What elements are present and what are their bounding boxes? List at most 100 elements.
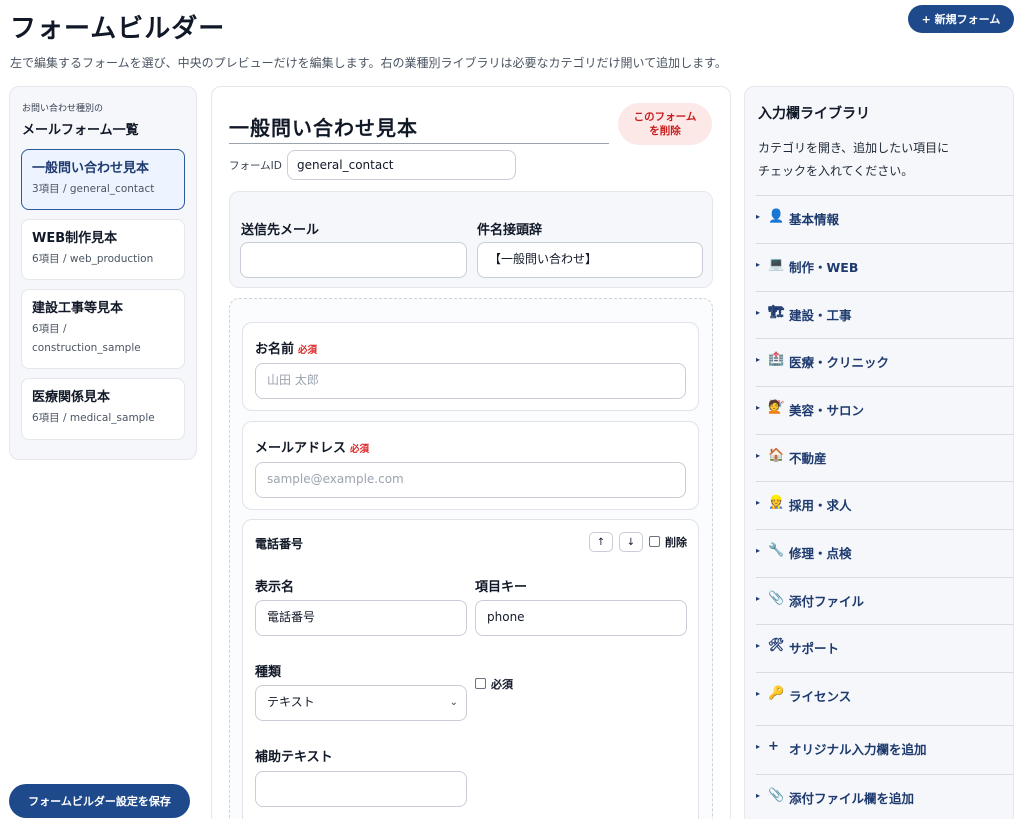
form-card-meta: 6項目 / medical_sample (32, 412, 155, 424)
page-subtitle: 左で編集するフォームを選び、中央のプレビューだけを編集します。右の業種別ライブラ… (10, 56, 727, 70)
type-select[interactable]: テキスト ⌄ (255, 685, 467, 721)
form-card-meta: 6項目 / (32, 323, 67, 335)
library-item-label: オリジナル入力欄を追加 (789, 742, 927, 757)
chevron-down-icon: ⌄ (449, 697, 458, 708)
form-list-caption: お問い合わせ種別の (22, 104, 104, 114)
disclosure-triangle-icon: ▸ (756, 742, 761, 751)
disclosure-triangle-icon: ▸ (756, 546, 761, 555)
crane-icon: 🏗 (768, 305, 785, 320)
disclosure-triangle-icon: ▸ (756, 641, 761, 650)
laptop-icon: 💻 (768, 257, 785, 272)
delete-form-label: を削除 (649, 125, 681, 137)
library-attachment[interactable]: ▸ 📎 添付ファイル (756, 577, 1013, 625)
required-checkbox[interactable] (475, 678, 486, 689)
help-text-label: 補助テキスト (255, 750, 333, 765)
library-recruit[interactable]: ▸ 👷 採用・求人 (756, 481, 1013, 529)
save-settings-button[interactable]: フォームビルダー設定を保存 (9, 784, 190, 818)
email-input[interactable]: sample@example.com (255, 462, 686, 498)
library-beauty[interactable]: ▸ 💇 美容・サロン (756, 386, 1013, 434)
subject-prefix-input[interactable]: 【一般問い合わせ】 (477, 242, 703, 278)
form-card-medical[interactable]: 医療関係見本 6項目 / medical_sample (21, 378, 185, 440)
disclosure-triangle-icon: ▸ (756, 308, 761, 317)
wrench-icon: 🔧 (768, 543, 785, 558)
type-select-value: テキスト (267, 695, 315, 709)
form-card-general-contact[interactable]: 一般問い合わせ見本 3項目 / general_contact (21, 149, 185, 210)
library-item-label: 美容・サロン (789, 403, 865, 418)
new-form-button[interactable]: + 新規フォーム (908, 5, 1014, 33)
field-title: 電話番号 (255, 537, 304, 551)
form-id-label: フォームID (229, 160, 282, 172)
field-key-label: 項目キー (475, 580, 528, 595)
move-down-button[interactable]: ↓ (619, 532, 643, 552)
library-basic-info[interactable]: ▸ 👤 基本情報 (756, 195, 1013, 243)
disclosure-triangle-icon: ▸ (756, 498, 761, 507)
library-item-label: 建設・工事 (789, 308, 852, 323)
library-description-line: カテゴリを開き、追加したい項目に (758, 141, 950, 155)
library-item-label: 採用・求人 (789, 498, 852, 513)
library-repair[interactable]: ▸ 🔧 修理・点検 (756, 529, 1013, 577)
house-icon: 🏠 (768, 448, 785, 463)
disclosure-triangle-icon: ▸ (756, 689, 761, 698)
form-card-title: 建設工事等見本 (32, 301, 124, 316)
delete-form-label: このフォーム (633, 111, 697, 123)
worker-icon: 👷 (768, 495, 785, 510)
required-badge: 必須 (298, 345, 318, 356)
help-text-input[interactable] (255, 771, 467, 807)
form-list-panel: お問い合わせ種別の メールフォーム一覧 一般問い合わせ見本 3項目 / gene… (9, 86, 197, 460)
library-support[interactable]: ▸ 🛠 サポート (756, 624, 1013, 672)
library-web[interactable]: ▸ 💻 制作・WEB (756, 243, 1013, 291)
disclosure-triangle-icon: ▸ (756, 791, 761, 800)
form-card-meta: 6項目 / web_production (32, 253, 154, 265)
form-editor-panel: 一般問い合わせ見本 このフォーム を削除 フォームID general_cont… (211, 86, 731, 819)
to-email-input[interactable] (240, 242, 467, 278)
library-add-attachment[interactable]: ▸ 📎 添付ファイル欄を追加 (756, 774, 1013, 819)
field-library-panel: 入力欄ライブラリ カテゴリを開き、追加したい項目に チェックを入れてください。 … (744, 86, 1014, 819)
disclosure-triangle-icon: ▸ (756, 355, 761, 364)
move-up-button[interactable]: ↑ (589, 532, 613, 552)
library-item-label: 修理・点検 (789, 546, 852, 561)
field-card-email[interactable]: メールアドレス 必須 sample@example.com (242, 421, 699, 510)
required-badge: 必須 (350, 444, 370, 455)
field-label: お名前 必須 (255, 338, 317, 357)
library-item-label: サポート (789, 641, 840, 656)
form-card-construction[interactable]: 建設工事等見本 6項目 / construction_sample (21, 289, 185, 369)
field-key-input[interactable]: phone (475, 600, 687, 636)
library-item-label: 医療・クリニック (789, 355, 890, 370)
library-item-label: 基本情報 (789, 212, 840, 227)
field-card-name[interactable]: お名前 必須 山田 太郎 (242, 322, 699, 411)
display-name-input[interactable]: 電話番号 (255, 600, 467, 636)
field-label: メールアドレス 必須 (255, 437, 369, 456)
field-label-text: メールアドレス (255, 441, 347, 456)
disclosure-triangle-icon: ▸ (756, 594, 761, 603)
field-card-phone: 電話番号 ↑ ↓ 削除 表示名 電話番号 項目キー phone 種類 テキスト … (242, 519, 699, 819)
delete-checkbox-label: 削除 (665, 536, 687, 549)
paperclip-icon: 📎 (768, 591, 785, 606)
library-item-label: 添付ファイル (789, 594, 865, 609)
library-add-custom[interactable]: ▸ + オリジナル入力欄を追加 (756, 725, 1013, 773)
form-card-web-production[interactable]: WEB制作見本 6項目 / web_production (21, 219, 185, 280)
mail-settings-box: 送信先メール 件名接頭辞 【一般問い合わせ】 (229, 191, 713, 288)
library-description: カテゴリを開き、追加したい項目に チェックを入れてください。 (758, 137, 998, 183)
subject-prefix-label: 件名接頭辞 (477, 223, 543, 238)
form-name-input[interactable]: 一般問い合わせ見本 (229, 109, 609, 144)
type-label: 種類 (255, 665, 282, 680)
required-checkbox-label: 必須 (491, 678, 513, 691)
library-construction[interactable]: ▸ 🏗 建設・工事 (756, 291, 1013, 339)
library-title: 入力欄ライブラリ (758, 106, 870, 122)
name-input[interactable]: 山田 太郎 (255, 363, 686, 399)
library-real-estate[interactable]: ▸ 🏠 不動産 (756, 434, 1013, 482)
delete-checkbox[interactable] (649, 536, 660, 547)
paperclip-icon: 📎 (768, 788, 785, 803)
hospital-icon: 🏥 (768, 352, 785, 367)
library-item-label: 添付ファイル欄を追加 (789, 791, 915, 806)
library-item-label: 制作・WEB (789, 260, 859, 275)
to-email-label: 送信先メール (241, 223, 320, 238)
library-medical[interactable]: ▸ 🏥 医療・クリニック (756, 338, 1013, 386)
library-item-label: 不動産 (789, 451, 827, 466)
disclosure-triangle-icon: ▸ (756, 212, 761, 221)
library-license[interactable]: ▸ 🔑 ライセンス (756, 672, 1013, 720)
delete-form-button[interactable]: このフォーム を削除 (618, 103, 712, 145)
form-card-meta: construction_sample (32, 342, 141, 354)
form-id-input[interactable]: general_contact (287, 150, 516, 180)
form-card-title: 一般問い合わせ見本 (32, 161, 150, 176)
